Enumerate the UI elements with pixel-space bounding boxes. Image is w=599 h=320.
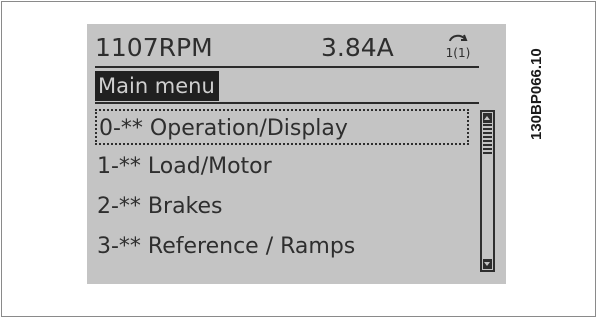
lcd-display: 1107RPM 3.84A 1(1) Main menu 0-** Operat… <box>87 24 506 284</box>
scroll-thumb[interactable] <box>483 124 492 154</box>
menu-title: Main menu <box>95 71 219 101</box>
menu-item-reference-ramps[interactable]: 3-** Reference / Ramps <box>95 229 355 265</box>
figure-reference-code: 130BP066.10 <box>528 48 545 140</box>
setup-indicator: 1(1) <box>446 46 471 60</box>
menu-item-operation-display[interactable]: 0-** Operation/Display <box>95 109 469 145</box>
menu-scrollbar[interactable] <box>480 110 495 272</box>
status-divider <box>95 66 479 68</box>
status-bar: 1107RPM 3.84A 1(1) <box>95 33 475 63</box>
speed-readout: 1107RPM <box>95 33 213 62</box>
menu-item-load-motor[interactable]: 1-** Load/Motor <box>95 149 272 185</box>
title-underline <box>95 102 479 104</box>
setup-icon: 1(1) <box>446 34 471 60</box>
current-readout: 3.84A <box>321 33 394 62</box>
menu-item-brakes[interactable]: 2-** Brakes <box>95 189 223 225</box>
arrow-up-icon[interactable] <box>483 113 492 123</box>
arrow-down-icon[interactable] <box>483 259 492 269</box>
